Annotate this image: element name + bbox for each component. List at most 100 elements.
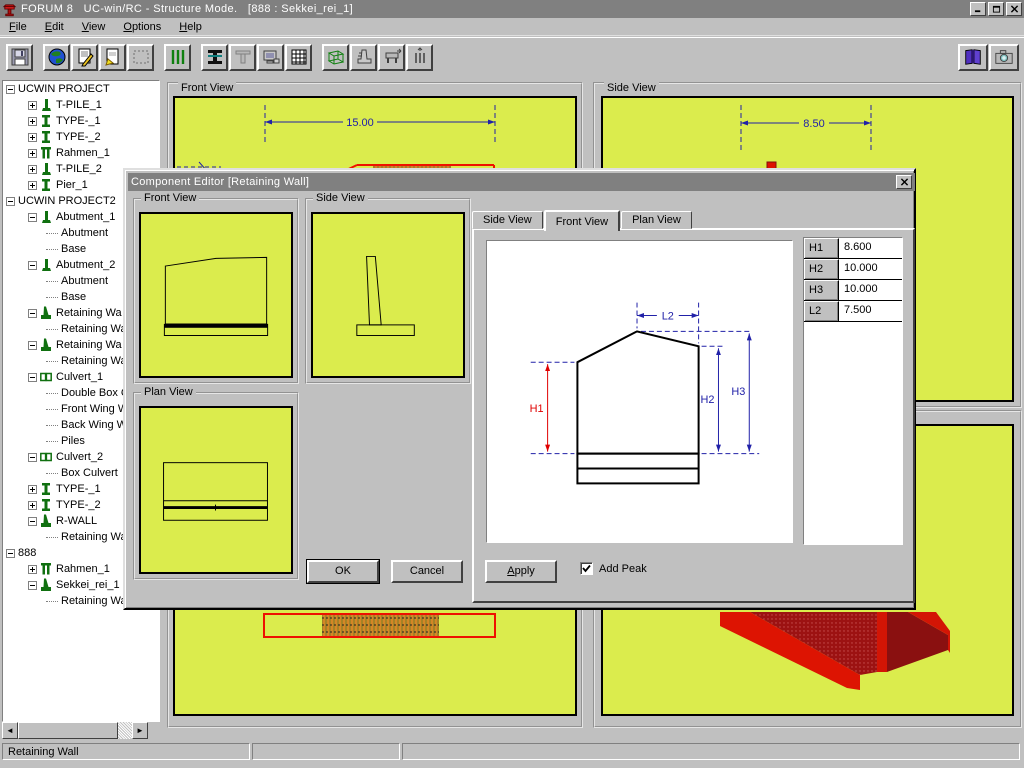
apply-button[interactable]: Apply <box>485 560 557 583</box>
rahmen-icon <box>40 562 52 576</box>
grid-table-button[interactable] <box>285 44 312 71</box>
collapse-icon[interactable] <box>28 581 37 590</box>
collapse-icon[interactable] <box>28 341 37 350</box>
expand-icon[interactable] <box>28 501 37 510</box>
toolbar-separator <box>34 44 43 71</box>
tree-item-label: Abutment_2 <box>56 259 115 271</box>
collapse-icon[interactable] <box>6 549 15 558</box>
menu-help[interactable]: Help <box>170 19 211 35</box>
collapse-icon[interactable] <box>28 261 37 270</box>
dim-label-h3: H3 <box>731 386 745 398</box>
scroll-right-button[interactable]: ► <box>132 722 148 739</box>
tree-item[interactable]: TYPE-_2 <box>3 129 159 145</box>
computer-button[interactable] <box>257 44 284 71</box>
collapse-icon[interactable] <box>6 197 15 206</box>
expand-icon[interactable] <box>28 165 37 174</box>
edit-document-button[interactable] <box>71 44 98 71</box>
expand-icon[interactable] <box>28 565 37 574</box>
t-pier-icon <box>233 47 253 67</box>
pile-tool-button[interactable] <box>164 44 191 71</box>
parametric-drawing-area[interactable]: L2 H1 H2 H3 <box>486 240 793 543</box>
viewport-front-label: Front View <box>178 82 236 95</box>
dim-label-l2: L2 <box>662 310 674 322</box>
expand-icon[interactable] <box>28 485 37 494</box>
collapse-icon[interactable] <box>28 213 37 222</box>
tree-item-label: TYPE-_1 <box>56 483 101 495</box>
close-button[interactable] <box>1006 2 1022 16</box>
expand-icon[interactable] <box>28 101 37 110</box>
i-beam-pier-button[interactable] <box>201 44 228 71</box>
collapse-icon[interactable] <box>28 309 37 318</box>
menu-options[interactable]: Options <box>114 19 170 35</box>
expand-icon[interactable] <box>28 149 37 158</box>
expand-icon[interactable] <box>28 181 37 190</box>
param-row: H18.600 <box>804 238 902 259</box>
maximize-button[interactable] <box>988 2 1004 16</box>
collapse-icon[interactable] <box>28 517 37 526</box>
expand-icon[interactable] <box>28 133 37 142</box>
window-titlebar[interactable]: FORUM 8 UC-win/RC - Structure Mode. [888… <box>0 0 1024 18</box>
tree-horizontal-scrollbar[interactable]: ◄ ► <box>2 722 148 739</box>
t-pier-button[interactable] <box>229 44 256 71</box>
param-value-cell[interactable]: 10.000 <box>839 259 902 279</box>
preview-front-drawing <box>141 214 291 376</box>
preview-plan-canvas[interactable] <box>139 406 293 574</box>
world-view-button[interactable] <box>43 44 70 71</box>
param-row: H310.000 <box>804 280 902 301</box>
preview-front-canvas[interactable] <box>139 212 293 378</box>
tree-item-label: T-PILE_2 <box>56 163 102 175</box>
tab-plan-view[interactable]: Plan View <box>621 211 692 229</box>
scrollbar-thumb[interactable] <box>18 722 118 739</box>
ibeam-icon <box>40 114 52 128</box>
tree-item-label: R-WALL <box>56 515 97 527</box>
collapse-icon[interactable] <box>28 373 37 382</box>
culvert-tool-button[interactable] <box>378 44 405 71</box>
param-value-cell[interactable]: 10.000 <box>839 280 902 300</box>
culvert-tool-icon <box>382 47 402 67</box>
ok-button[interactable]: OK <box>307 560 379 583</box>
dialog-close-button[interactable] <box>896 175 912 189</box>
tree-item[interactable]: UCWIN PROJECT <box>3 81 159 97</box>
tree-item-label: Piles <box>61 435 85 447</box>
preview-side-canvas[interactable] <box>311 212 465 378</box>
status-panel <box>252 743 400 760</box>
tab-side-view[interactable]: Side View <box>472 211 543 229</box>
wall-icon <box>40 306 52 320</box>
preview-plan-drawing <box>141 408 291 572</box>
menu-view[interactable]: View <box>73 19 115 35</box>
scroll-left-button[interactable]: ◄ <box>2 722 18 739</box>
expand-icon[interactable] <box>28 117 37 126</box>
camera-button[interactable] <box>989 44 1019 71</box>
tree-item-label: Retaining Wa <box>56 307 122 319</box>
ibeam-icon <box>40 130 52 144</box>
tree-item-label: T-PILE_1 <box>56 99 102 111</box>
param-value-cell[interactable]: 8.600 <box>839 238 902 258</box>
cancel-button[interactable]: Cancel <box>391 560 463 583</box>
retaining-wall-tool-button[interactable] <box>350 44 377 71</box>
preview-front-label: Front View <box>141 192 199 205</box>
scrollbar-track[interactable] <box>118 722 132 739</box>
menu-edit[interactable]: Edit <box>36 19 73 35</box>
camera-icon <box>994 47 1014 67</box>
save-button[interactable] <box>6 44 33 71</box>
pile-group-button[interactable] <box>406 44 433 71</box>
minimize-button[interactable] <box>970 2 986 16</box>
menu-file[interactable]: File <box>0 19 36 35</box>
tree-connector <box>46 297 58 298</box>
param-name-cell: H2 <box>804 259 839 279</box>
preview-side-group: Side View <box>305 198 471 384</box>
dialog-titlebar[interactable]: Component Editor [Retaining Wall] <box>128 173 915 191</box>
selection-marquee-button[interactable] <box>127 44 154 71</box>
tree-item[interactable]: TYPE-_1 <box>3 113 159 129</box>
tree-item[interactable]: Rahmen_1 <box>3 145 159 161</box>
help-book-button[interactable] <box>958 44 988 71</box>
collapse-icon[interactable] <box>28 453 37 462</box>
param-name-cell: L2 <box>804 301 839 321</box>
tab-front-view[interactable]: Front View <box>544 210 620 231</box>
frame-structure-button[interactable] <box>322 44 349 71</box>
add-peak-checkbox[interactable] <box>580 562 593 575</box>
collapse-icon[interactable] <box>6 85 15 94</box>
new-document-button[interactable] <box>99 44 126 71</box>
param-value-cell[interactable]: 7.500 <box>839 301 902 321</box>
tree-item[interactable]: T-PILE_1 <box>3 97 159 113</box>
